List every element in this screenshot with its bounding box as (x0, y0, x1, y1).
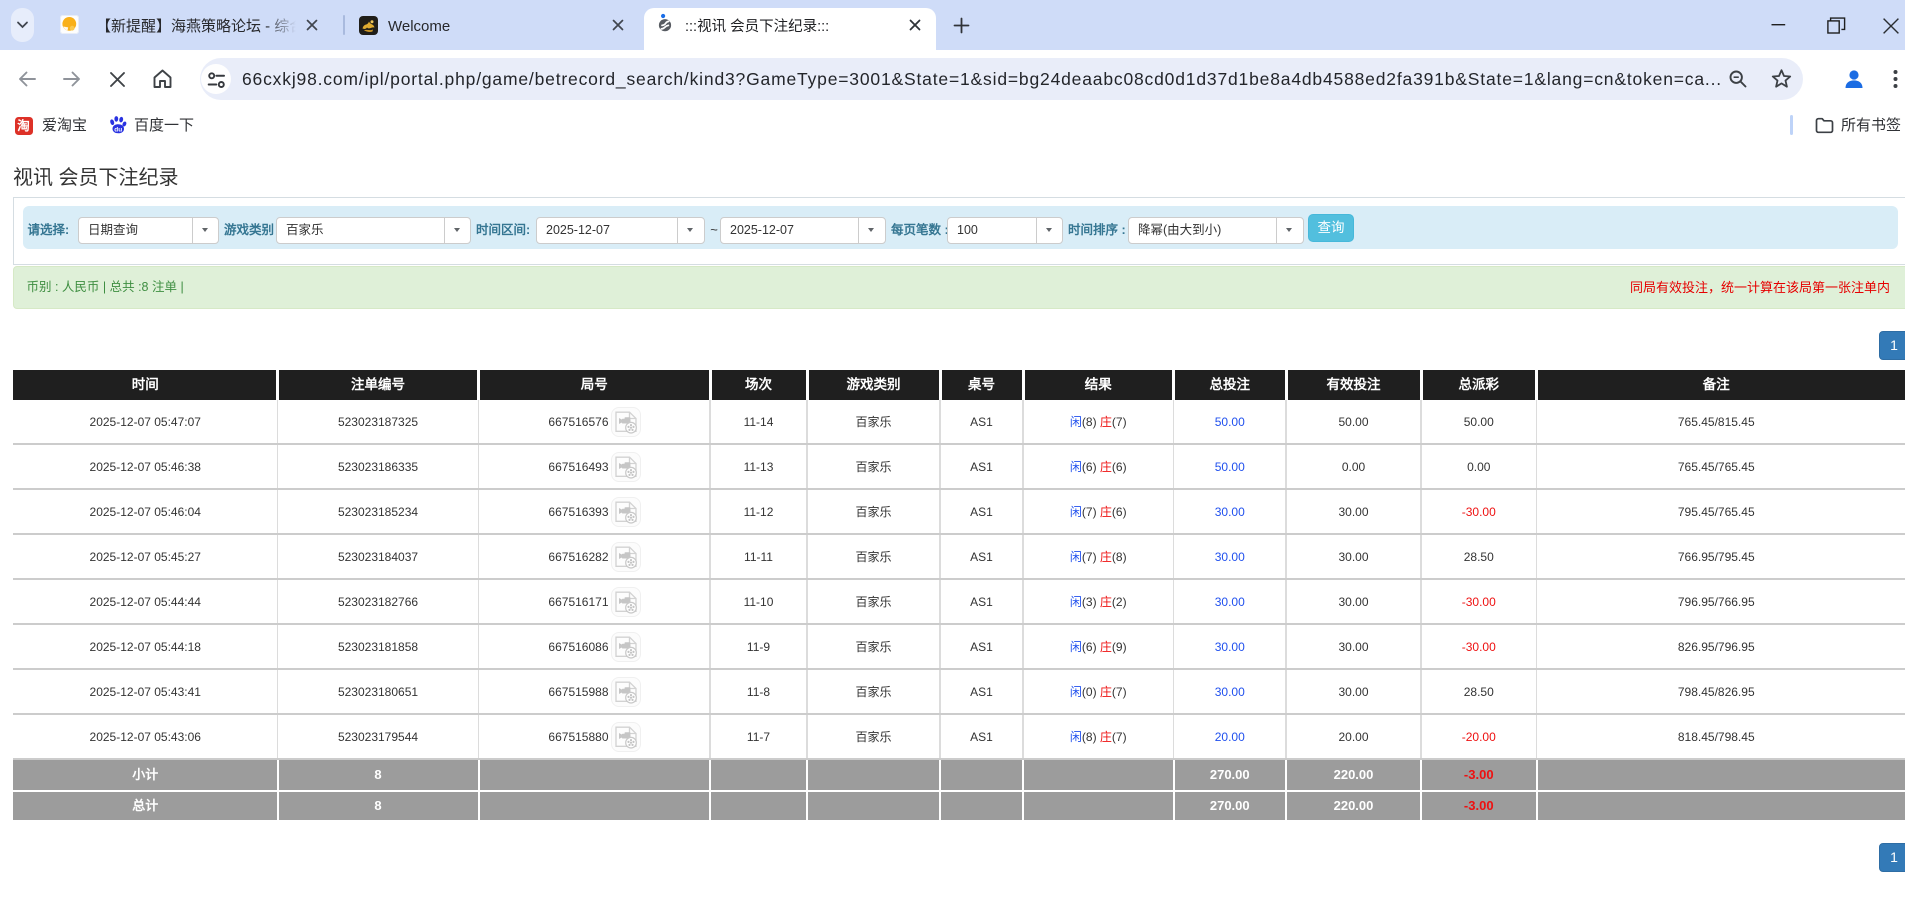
svg-text:du: du (114, 126, 122, 133)
